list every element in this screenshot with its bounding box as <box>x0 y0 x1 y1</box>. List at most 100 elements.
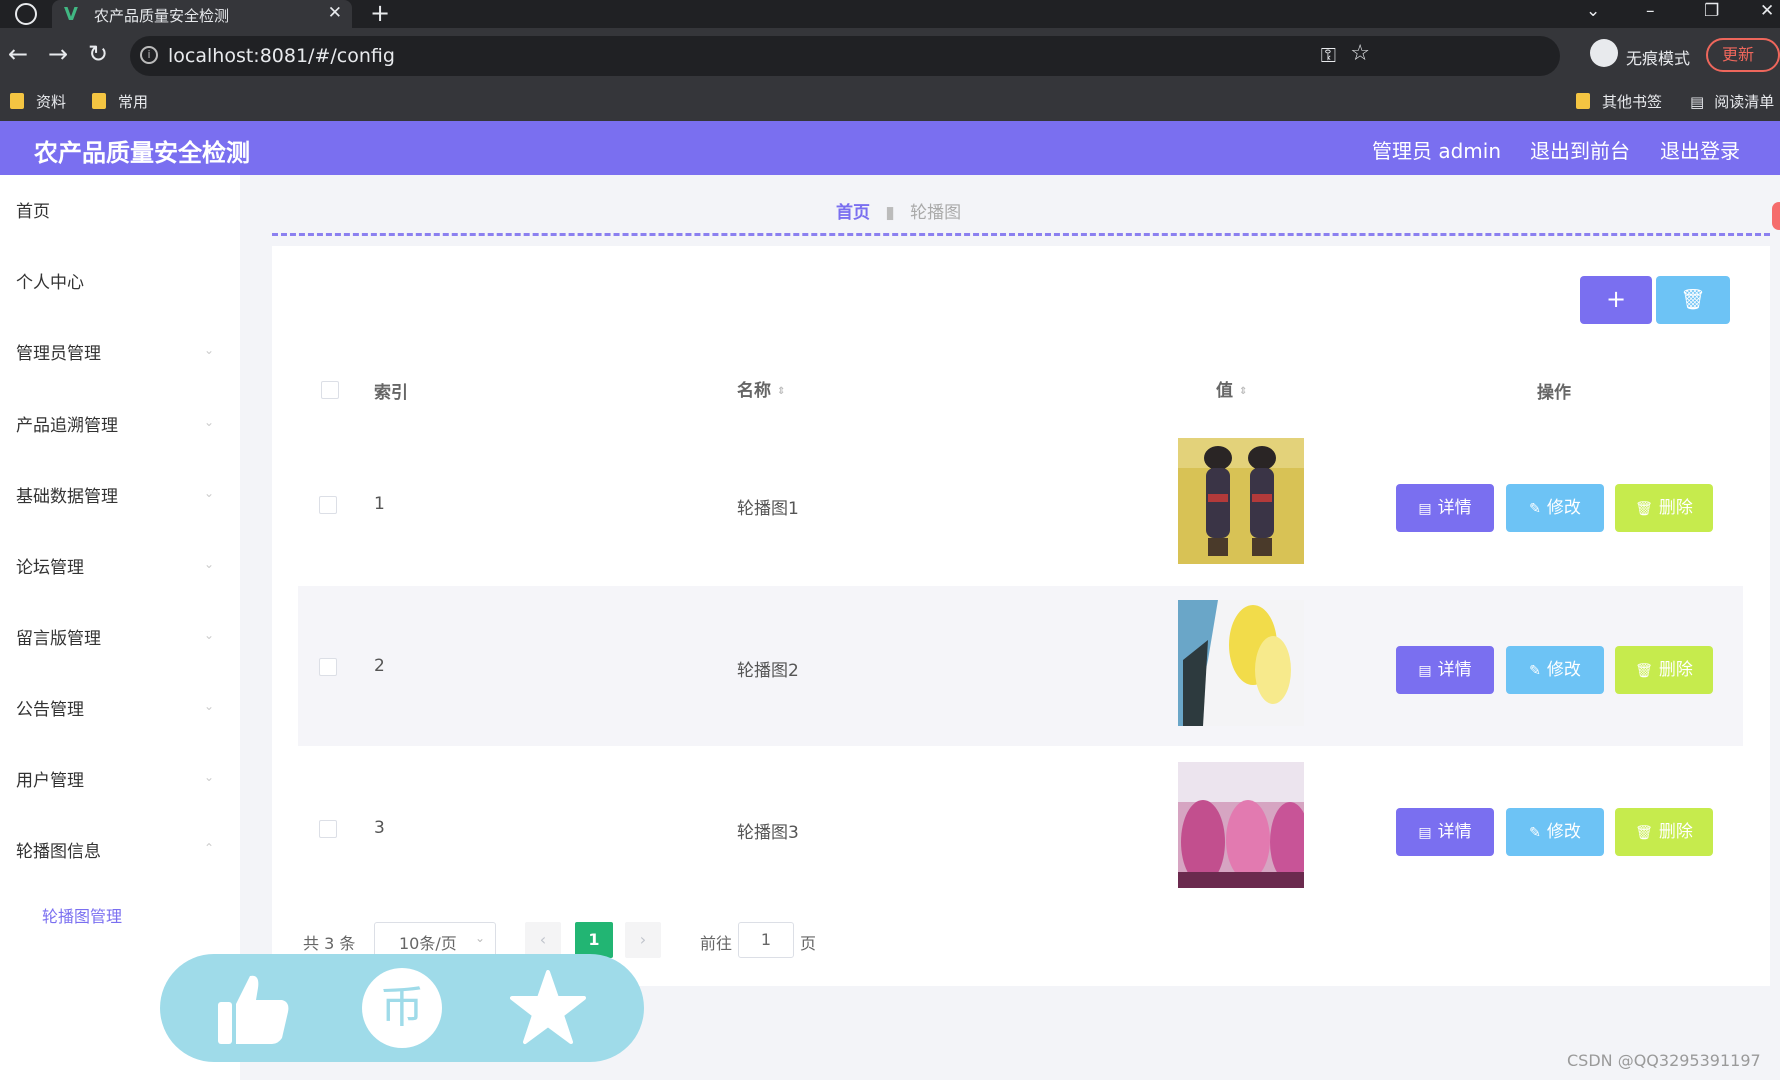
forward-icon[interactable]: → <box>48 40 68 68</box>
carousel-thumbnail[interactable] <box>1178 438 1304 564</box>
cell-index: 3 <box>374 818 385 838</box>
sidebar-item-users[interactable]: 用户管理 <box>16 766 84 791</box>
bookmark-star-icon[interactable]: ☆ <box>1350 41 1370 66</box>
edit-button[interactable]: ✎ 修改 <box>1506 646 1604 694</box>
goto-page-input[interactable]: 1 <box>738 922 794 958</box>
document-icon: ▤ <box>1418 825 1432 841</box>
minimize-icon[interactable]: – <box>1646 1 1655 21</box>
chevron-down-icon: ⌄ <box>204 699 215 713</box>
trash-icon: 🗑 <box>1635 501 1653 517</box>
table-row: 2 轮播图2 ▤ 详情 ✎ 修改 🗑 删除 <box>298 586 1743 746</box>
add-button[interactable]: + <box>1580 276 1652 324</box>
sort-icon[interactable]: ⇕ <box>1239 386 1247 397</box>
address-bar-row: ← → ↻ i localhost:8081/#/config ⚿ ☆ 无痕模式… <box>0 28 1780 85</box>
star-icon[interactable] <box>510 970 586 1046</box>
admin-label: 管理员 admin <box>1372 139 1502 163</box>
sidebar: 首页 个人中心 管理员管理 ⌄ 产品追溯管理 ⌄ 基础数据管理 ⌄ 论坛管理 ⌄… <box>0 175 240 1080</box>
divider <box>272 233 1770 236</box>
edit-button[interactable]: ✎ 修改 <box>1506 808 1604 856</box>
bookmark-folder[interactable]: 常用 <box>92 91 148 112</box>
table-row: 3 轮播图3 ▤ 详情 ✎ 修改 🗑 删除 <box>298 748 1743 908</box>
new-tab-button[interactable]: + <box>370 0 390 27</box>
reload-icon[interactable]: ↻ <box>88 40 108 68</box>
select-all-checkbox[interactable] <box>321 381 339 399</box>
exit-to-front-link[interactable]: 退出到前台 <box>1530 135 1630 164</box>
other-bookmarks[interactable]: 其他书签 <box>1576 91 1662 112</box>
sidebar-item-profile[interactable]: 个人中心 <box>16 268 84 293</box>
page-suffix: 页 <box>800 934 817 953</box>
update-button[interactable]: 更新 <box>1706 38 1780 72</box>
row-checkbox[interactable] <box>319 496 337 514</box>
thumbs-up-icon[interactable] <box>216 972 292 1046</box>
column-header-value[interactable]: 值 ⇕ <box>1216 376 1247 401</box>
breadcrumb: 首页 ▮ 轮播图 <box>836 198 961 223</box>
row-checkbox[interactable] <box>319 658 337 676</box>
detail-button[interactable]: ▤ 详情 <box>1396 808 1494 856</box>
breadcrumb-separator-icon: ▮ <box>885 203 895 223</box>
cell-name: 轮播图1 <box>737 499 799 519</box>
trash-icon: 🗑 <box>1635 825 1653 841</box>
row-checkbox[interactable] <box>319 820 337 838</box>
edit-button[interactable]: ✎ 修改 <box>1506 484 1604 532</box>
sidebar-item-messages[interactable]: 留言版管理 <box>16 624 101 649</box>
cell-index: 2 <box>374 656 385 676</box>
pencil-icon: ✎ <box>1529 825 1541 841</box>
close-tab-icon[interactable]: ✕ <box>328 3 342 23</box>
delete-button[interactable]: 🗑 删除 <box>1615 646 1713 694</box>
close-window-icon[interactable]: ✕ <box>1760 1 1774 21</box>
goto-label: 前往 <box>700 934 733 953</box>
page-number-current[interactable]: 1 <box>575 922 613 958</box>
browser-tab[interactable]: V 农产品质量安全检测 ✕ <box>52 0 352 28</box>
cell-index: 1 <box>374 494 385 514</box>
pagination-total: 共 3 条 <box>303 934 356 953</box>
column-header-index: 索引 <box>374 383 408 403</box>
coin-icon[interactable]: 币 <box>362 968 442 1048</box>
delete-button[interactable]: 🗑 删除 <box>1615 484 1713 532</box>
tab-title: 农产品质量安全检测 <box>94 7 230 25</box>
sidebar-item-admins[interactable]: 管理员管理 <box>16 339 101 364</box>
detail-button[interactable]: ▤ 详情 <box>1396 484 1494 532</box>
site-info-icon[interactable]: i <box>140 46 158 64</box>
browser-tab-bar: V 农产品质量安全检测 ✕ + ⌄ – ❐ ✕ <box>0 0 1780 28</box>
prev-page-button[interactable]: ‹ <box>525 922 561 958</box>
sidebar-item-basedata[interactable]: 基础数据管理 <box>16 482 118 507</box>
page-size-select[interactable]: 10条/页 ⌄ <box>374 922 496 958</box>
reading-list[interactable]: ▤ 阅读清单 <box>1690 91 1774 112</box>
sidebar-subitem-carousel-manage[interactable]: 轮播图管理 <box>42 903 122 927</box>
bookmark-folder[interactable]: 资料 <box>10 91 66 112</box>
sort-icon[interactable]: ⇕ <box>777 386 785 397</box>
restore-icon[interactable]: ❐ <box>1704 1 1719 21</box>
bookmarks-bar: 资料 常用 其他书签 ▤ 阅读清单 <box>0 85 1780 121</box>
watermark: CSDN @QQ3295391197 <box>1567 1051 1761 1070</box>
url-text[interactable]: localhost:8081/#/config <box>168 45 395 67</box>
logout-link[interactable]: 退出登录 <box>1660 135 1740 164</box>
delete-button[interactable]: 🗑 删除 <box>1615 808 1713 856</box>
sidebar-item-trace[interactable]: 产品追溯管理 <box>16 411 118 436</box>
table-row: 1 轮播图1 ▤ 详情 ✎ 修改 🗑 删除 <box>298 424 1743 584</box>
sidebar-item-notices[interactable]: 公告管理 <box>16 695 84 720</box>
carousel-thumbnail[interactable] <box>1178 762 1304 888</box>
bulk-delete-button[interactable]: 🗑 <box>1656 276 1730 324</box>
cell-name: 轮播图2 <box>737 661 799 681</box>
cell-name: 轮播图3 <box>737 823 799 843</box>
back-icon[interactable]: ← <box>8 40 28 68</box>
carousel-thumbnail[interactable] <box>1178 600 1304 726</box>
sidebar-item-carousel[interactable]: 轮播图信息 <box>16 837 101 862</box>
folder-icon <box>10 93 24 109</box>
folder-icon <box>92 93 106 109</box>
breadcrumb-home[interactable]: 首页 <box>836 203 870 223</box>
incognito-label: 无痕模式 <box>1626 49 1691 68</box>
sidebar-item-forum[interactable]: 论坛管理 <box>16 553 84 578</box>
tab-search-icon[interactable]: ⌄ <box>1586 1 1600 21</box>
column-header-name[interactable]: 名称 ⇕ <box>737 376 785 401</box>
sidebar-item-home[interactable]: 首页 <box>16 197 50 222</box>
trash-icon: 🗑 <box>1635 663 1653 679</box>
next-page-button[interactable]: › <box>625 922 661 958</box>
pencil-icon: ✎ <box>1529 663 1541 679</box>
address-field[interactable]: i localhost:8081/#/config ⚿ ☆ <box>130 36 1560 76</box>
breadcrumb-current: 轮播图 <box>910 203 962 223</box>
key-icon[interactable]: ⚿ <box>1321 43 1336 67</box>
incognito-indicator[interactable]: 无痕模式 <box>1590 39 1720 73</box>
detail-button[interactable]: ▤ 详情 <box>1396 646 1494 694</box>
chevron-down-icon: ⌄ <box>204 486 215 500</box>
